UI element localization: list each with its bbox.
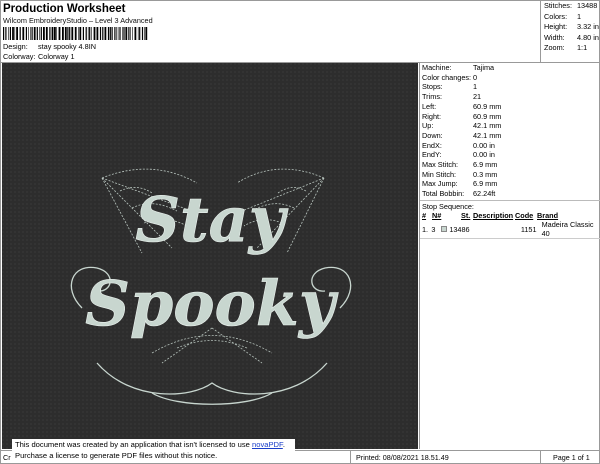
info-label: EndX:	[422, 140, 442, 150]
stitches-label: Stitches:	[544, 1, 572, 10]
footer-divider	[350, 451, 351, 464]
license-notice: This document was created by an applicat…	[12, 439, 295, 463]
embroidery-artwork: Stay Spooky	[2, 63, 418, 449]
novapdf-link[interactable]: novaPDF	[252, 440, 283, 449]
info-label: Up:	[422, 121, 434, 131]
info-value: 0	[473, 72, 478, 82]
info-row: EndY: 0.00 in	[420, 150, 600, 160]
col-st: St.	[461, 211, 471, 221]
col-num: #	[422, 211, 427, 221]
col-code: Code	[515, 211, 534, 221]
col-n: N#	[432, 211, 442, 221]
machine-info-panel: Machine: Tajima Color changes: 0 Stops: 1 Trim…	[419, 63, 600, 449]
printed-date: Printed: 08/08/2021 18.51.49	[356, 453, 449, 462]
barcode-image	[3, 27, 148, 40]
height-row: Height: 3.32 in	[544, 22, 600, 33]
width-row: Width: 4.80 in	[544, 33, 600, 44]
width-value: 4.80 in	[577, 32, 599, 42]
zoom-value: 1:1	[577, 43, 588, 52]
footer-divider	[540, 451, 541, 464]
row-brand: Madeira Classic 40	[541, 220, 594, 239]
info-row: Max Jump: 6.9 mm	[420, 179, 600, 189]
width-label: Width:	[544, 32, 565, 42]
machine-info-list: Machine: Tajima Color changes: 0 Stops: 1 Trim…	[420, 63, 600, 199]
zoom-label: Zoom:	[544, 43, 565, 52]
info-label: Max Jump:	[422, 179, 458, 189]
colorway-value: Colorway 1	[38, 52, 75, 61]
colors-value: 1	[577, 11, 582, 21]
info-value: 42.1 mm	[473, 121, 502, 131]
info-row: Min Stitch: 0.3 mm	[420, 170, 600, 180]
color-swatch	[440, 225, 449, 234]
summary-panel: Stitches: 13488 Colors: 1 Height: 3.32 in W…	[540, 0, 600, 62]
stop-sequence-header: # N# St. Description Code Brand	[420, 211, 600, 220]
stop-sequence-title: Stop Sequence:	[420, 199, 600, 212]
design-value: stay spooky 4.8IN	[38, 42, 96, 51]
info-row: Max Stitch: 6.9 mm	[420, 160, 600, 170]
info-row: Left: 60.9 mm	[420, 102, 600, 112]
row-num: 1.	[422, 224, 429, 234]
info-row: Right: 60.9 mm	[420, 112, 600, 122]
info-value: 21	[473, 92, 482, 102]
info-row: Trims: 21	[420, 92, 600, 102]
zoom-row: Zoom: 1:1	[544, 43, 600, 54]
info-row: Stops: 1	[420, 82, 600, 92]
info-row: Total Bobbin: 62.24ft	[420, 189, 600, 199]
software-name: Wilcom EmbroideryStudio – Level 3 Advanc…	[3, 16, 153, 25]
info-value: 60.9 mm	[473, 111, 502, 121]
notice-line-1: This document was created by an applicat…	[15, 440, 285, 449]
info-label: Stops:	[422, 82, 443, 92]
colors-row: Colors: 1	[544, 12, 600, 23]
row-stitches: 13486	[449, 224, 470, 234]
col-brand: Brand	[537, 211, 559, 221]
info-label: EndY:	[422, 150, 442, 160]
info-value: 1	[473, 82, 478, 92]
info-value: 0.00 in	[473, 140, 495, 150]
info-label: Left:	[422, 101, 437, 111]
design-preview: Stay Spooky	[2, 63, 418, 449]
info-label: Min Stitch:	[422, 169, 457, 179]
info-value: 62.24ft	[473, 189, 496, 199]
info-label: Down:	[422, 130, 443, 140]
info-row: Color changes: 0	[420, 73, 600, 83]
height-value: 3.32 in	[577, 22, 599, 31]
info-value: 6.9 mm	[473, 160, 498, 170]
page-title: Production Worksheet	[3, 3, 126, 15]
row-n: 3	[431, 224, 436, 234]
colors-label: Colors:	[544, 11, 568, 21]
info-value: 60.9 mm	[473, 101, 502, 111]
colorway-label: Colorway:	[3, 52, 36, 61]
page-number: Page 1 of 1	[553, 453, 590, 462]
info-label: Right:	[422, 111, 442, 121]
info-label: Trims:	[422, 92, 442, 102]
design-label: Design:	[3, 42, 28, 51]
info-value: 6.9 mm	[473, 179, 498, 189]
stitches-value: 13488	[577, 1, 598, 10]
info-row: Machine: Tajima	[420, 63, 600, 73]
design-row: Design: stay spooky 4.8IN	[3, 42, 538, 52]
info-value: 42.1 mm	[473, 130, 502, 140]
word-stay: Stay	[135, 183, 289, 256]
row-code: 1151	[520, 224, 537, 234]
colorway-row: Colorway: Colorway 1	[3, 52, 538, 62]
footer-left-text: Cr	[3, 453, 11, 462]
height-label: Height:	[544, 22, 568, 31]
info-label: Color changes:	[422, 72, 472, 82]
info-label: Machine:	[422, 63, 452, 72]
info-value: 0.00 in	[473, 150, 495, 160]
stitches-row: Stitches: 13488	[544, 1, 600, 12]
header: Production Worksheet Wilcom EmbroiderySt…	[3, 2, 538, 62]
info-value: 0.3 mm	[473, 169, 498, 179]
info-row: Up: 42.1 mm	[420, 121, 600, 131]
notice-line-2: Purchase a license to generate PDF files…	[15, 450, 218, 460]
info-value: Tajima	[473, 63, 495, 72]
word-spooky: Spooky	[85, 267, 339, 340]
info-row: Down: 42.1 mm	[420, 131, 600, 141]
info-label: Total Bobbin:	[422, 189, 465, 199]
table-row: 1. 3 13486 1151 Madeira Classic 40	[420, 220, 600, 240]
info-label: Max Stitch:	[422, 160, 459, 170]
info-row: EndX: 0.00 in	[420, 141, 600, 151]
col-description: Description	[473, 211, 514, 221]
